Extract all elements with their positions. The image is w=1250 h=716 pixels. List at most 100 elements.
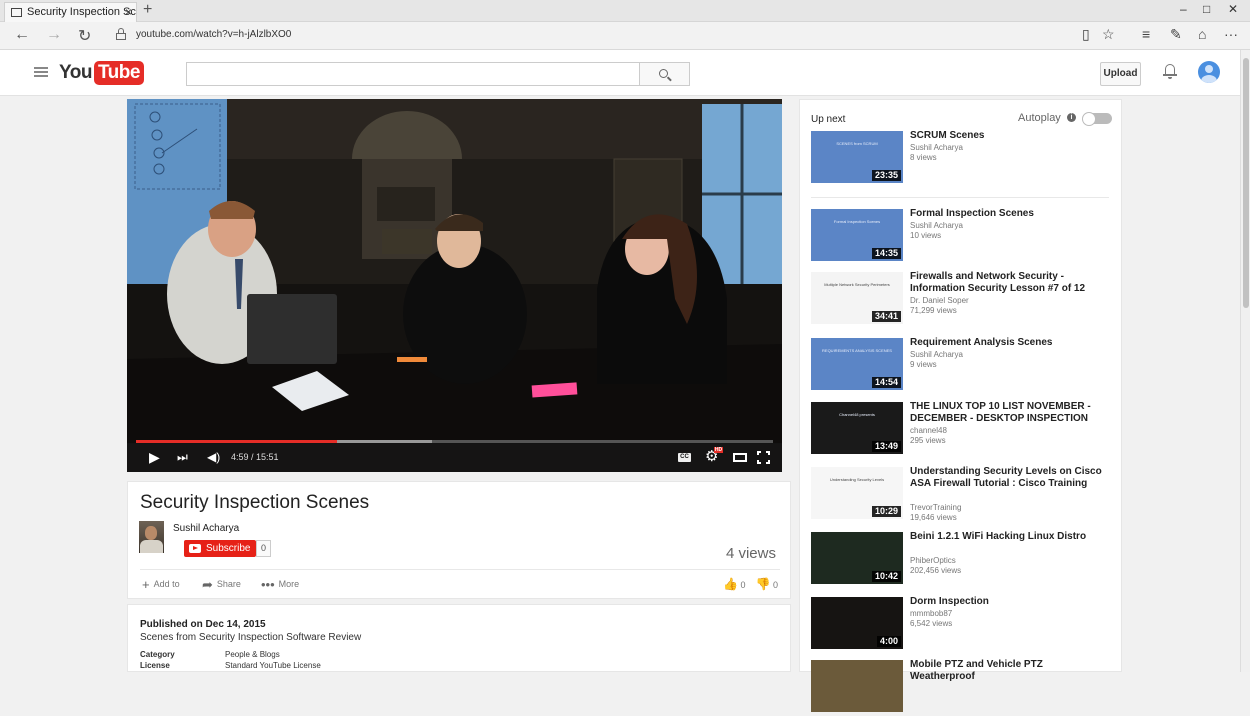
- maximize-button[interactable]: □: [1203, 2, 1210, 16]
- share-icon[interactable]: ⌂: [1198, 26, 1206, 42]
- channel-avatar[interactable]: [139, 521, 164, 553]
- upload-button[interactable]: Upload: [1100, 62, 1141, 86]
- related-video-item[interactable]: 4:00 Dorm Inspection mmmbob87 6,542 views: [811, 596, 1111, 653]
- tab-close-icon[interactable]: ×: [125, 3, 132, 21]
- address-bar[interactable]: youtube.com/watch?v=h-jAlzlbXO0: [136, 29, 291, 40]
- player-controls: ▶ ⏭ ◀) 4:59 / 15:51 CC ⚙ HD: [127, 443, 782, 472]
- thumbnail-caption: SCENES from SCRUM: [836, 141, 878, 146]
- like-count: 0: [740, 580, 746, 590]
- thumbs-down-icon[interactable]: 👎: [756, 577, 771, 591]
- video-thumbnail[interactable]: [811, 660, 903, 712]
- video-thumbnail[interactable]: Multiple Network Security Perimeters 34:4…: [811, 272, 903, 324]
- related-video-title[interactable]: Dorm Inspection: [910, 596, 1110, 608]
- related-video-item[interactable]: SCENES from SCRUM 23:35 SCRUM Scenes Sushil…: [811, 130, 1111, 187]
- license-label: License: [140, 661, 170, 670]
- tab-page-icon: [11, 8, 22, 17]
- related-video-title[interactable]: Firewalls and Network Security - Informa…: [910, 271, 1110, 295]
- related-video-item[interactable]: 10:42 Beini 1.2.1 WiFi Hacking Linux Dist…: [811, 531, 1111, 588]
- reading-view-icon[interactable]: ▯: [1082, 26, 1090, 43]
- autoplay-toggle[interactable]: [1082, 112, 1112, 126]
- web-note-icon[interactable]: ✎: [1170, 26, 1182, 43]
- minimize-button[interactable]: –: [1180, 2, 1187, 16]
- browser-nav-bar: ← → ↻ youtube.com/watch?v=h-jAlzlbXO0 ▯ …: [0, 22, 1250, 50]
- plus-icon: +: [142, 577, 150, 592]
- divider: [811, 197, 1109, 198]
- thumbs-up-icon[interactable]: 👍: [723, 577, 738, 591]
- forward-arrow-icon[interactable]: →: [46, 26, 62, 44]
- related-video-title[interactable]: Formal Inspection Scenes: [910, 208, 1110, 220]
- duration-badge: 10:42: [871, 571, 901, 582]
- related-video-channel: Sushil Acharya: [910, 350, 963, 359]
- video-thumbnail[interactable]: 10:42: [811, 532, 903, 584]
- more-options-icon[interactable]: ···: [1224, 26, 1238, 42]
- related-video-views: 71,299 views: [910, 306, 957, 315]
- info-icon[interactable]: i: [1067, 113, 1076, 122]
- related-video-title[interactable]: THE LINUX TOP 10 LIST NOVEMBER - DECEMBE…: [910, 401, 1110, 425]
- related-video-views: 6,542 views: [910, 619, 953, 628]
- related-video-channel: mmmbob87: [910, 609, 953, 618]
- video-thumbnail[interactable]: Formal Inspection Scenes 14:35: [811, 209, 903, 261]
- duration-badge: 14:54: [871, 377, 901, 388]
- play-icon[interactable]: ▶: [149, 449, 160, 466]
- related-video-item[interactable]: Multiple Network Security Perimeters 34:4…: [811, 271, 1111, 328]
- video-thumbnail[interactable]: 4:00: [811, 597, 903, 649]
- related-video-item[interactable]: REQUIREMENTS ANALYSIS SCENES 14:54 Require…: [811, 337, 1111, 394]
- fullscreen-icon[interactable]: [757, 451, 770, 464]
- share-arrow-icon: ➦: [202, 577, 213, 592]
- related-video-views: 9 views: [910, 360, 937, 369]
- related-video-title[interactable]: Mobile PTZ and Vehicle PTZ Weatherproof: [910, 659, 1110, 683]
- dislike-count: 0: [772, 580, 778, 590]
- video-thumbnail[interactable]: REQUIREMENTS ANALYSIS SCENES 14:54: [811, 338, 903, 390]
- lock-icon: [116, 28, 126, 40]
- window-close-button[interactable]: ✕: [1228, 2, 1238, 16]
- more-dots-icon: •••: [261, 577, 275, 592]
- related-video-channel: TrevorTraining: [910, 503, 962, 512]
- video-thumbnail[interactable]: Channel48 presents 13:49: [811, 402, 903, 454]
- theater-mode-icon[interactable]: [733, 453, 747, 462]
- related-video-item[interactable]: Understanding Security Levels 10:29 Unders…: [811, 466, 1111, 523]
- subscriber-count: 0: [256, 540, 272, 557]
- related-video-title[interactable]: Beini 1.2.1 WiFi Hacking Linux Distro: [910, 531, 1110, 543]
- youtube-play-icon: [189, 544, 201, 553]
- hub-icon[interactable]: ≡: [1142, 26, 1150, 42]
- browser-tab[interactable]: Security Inspection Scer ×: [4, 2, 137, 22]
- search-button[interactable]: [640, 62, 690, 86]
- back-arrow-icon[interactable]: ←: [14, 26, 30, 44]
- channel-name[interactable]: Sushil Acharya: [173, 523, 239, 534]
- video-title: Security Inspection Scenes: [140, 492, 370, 513]
- next-video-icon[interactable]: ⏭: [177, 450, 188, 465]
- category-value[interactable]: People & Blogs: [225, 650, 280, 659]
- video-frame: [127, 99, 782, 472]
- related-video-item[interactable]: Formal Inspection Scenes 14:35 Formal Insp…: [811, 208, 1111, 265]
- video-thumbnail[interactable]: Understanding Security Levels 10:29: [811, 467, 903, 519]
- related-video-item[interactable]: Mobile PTZ and Vehicle PTZ Weatherproof: [811, 659, 1111, 716]
- hd-badge: HD: [714, 447, 723, 453]
- favorite-star-icon[interactable]: ☆: [1102, 26, 1115, 43]
- video-thumbnail[interactable]: SCENES from SCRUM 23:35: [811, 131, 903, 183]
- share-button[interactable]: ➦ Share: [202, 577, 241, 593]
- license-value: Standard YouTube License: [225, 661, 321, 670]
- related-video-title[interactable]: Requirement Analysis Scenes: [910, 337, 1110, 349]
- account-avatar[interactable]: [1198, 61, 1220, 83]
- related-video-item[interactable]: Channel48 presents 13:49 THE LINUX TOP 10 …: [811, 401, 1111, 458]
- volume-icon[interactable]: ◀): [207, 450, 220, 464]
- related-video-title[interactable]: SCRUM Scenes: [910, 130, 1110, 142]
- duration-badge: 23:35: [871, 170, 901, 181]
- description-card: Published on Dec 14, 2015 Scenes from Se…: [127, 604, 791, 672]
- related-video-views: 10 views: [910, 231, 942, 240]
- add-to-button[interactable]: + Add to: [142, 577, 180, 592]
- refresh-icon[interactable]: ↻: [78, 26, 91, 46]
- related-video-title[interactable]: Understanding Security Levels on Cisco A…: [910, 466, 1110, 490]
- captions-button[interactable]: CC: [678, 453, 691, 462]
- page-scrollbar[interactable]: [1240, 50, 1250, 672]
- subscribe-button[interactable]: Subscribe: [184, 540, 257, 557]
- search-input[interactable]: [186, 62, 640, 86]
- new-tab-button[interactable]: +: [143, 1, 152, 19]
- more-button[interactable]: ••• More: [261, 577, 299, 592]
- scrollbar-thumb[interactable]: [1243, 58, 1249, 308]
- guide-menu-icon[interactable]: [34, 67, 48, 77]
- video-player[interactable]: ▶ ⏭ ◀) 4:59 / 15:51 CC ⚙ HD: [127, 99, 782, 472]
- notifications-bell-icon[interactable]: [1163, 63, 1177, 79]
- youtube-logo[interactable]: You Tube: [59, 60, 144, 86]
- duration-badge: 13:49: [871, 441, 901, 452]
